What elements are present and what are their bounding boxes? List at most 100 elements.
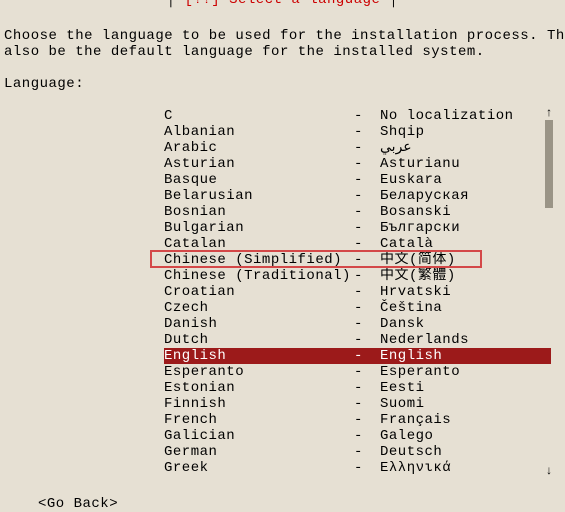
language-option[interactable]: English-English [164,348,551,364]
language-english-label: Croatian [164,284,354,300]
separator: - [354,316,380,332]
language-option[interactable]: Croatian-Hrvatski [164,284,551,300]
instructions-text: Choose the language to be used for the i… [4,28,561,60]
language-english-label: Chinese (Simplified) [164,252,354,268]
language-option[interactable]: Bosnian-Bosanski [164,204,551,220]
separator: - [354,300,380,316]
language-english-label: Esperanto [164,364,354,380]
language-option[interactable]: Belarusian-Беларуская [164,188,551,204]
language-option[interactable]: Galician-Galego [164,428,551,444]
language-option[interactable]: Albanian-Shqip [164,124,551,140]
separator: - [354,380,380,396]
language-english-label: Estonian [164,380,354,396]
language-native-label: 中文(繁體) [380,268,551,284]
separator: - [354,220,380,236]
language-english-label: Arabic [164,140,354,156]
separator: - [354,444,380,460]
language-option[interactable]: Czech-Čeština [164,300,551,316]
language-native-label: No localization [380,108,551,124]
separator: - [354,156,380,172]
language-native-label: Čeština [380,300,551,316]
language-english-label: Finnish [164,396,354,412]
language-english-label: Dutch [164,332,354,348]
language-option[interactable]: Asturian-Asturianu [164,156,551,172]
separator: - [354,252,380,268]
separator: - [354,332,380,348]
separator: - [354,140,380,156]
language-native-label: Suomi [380,396,551,412]
separator: - [354,460,380,476]
language-option[interactable]: Esperanto-Esperanto [164,364,551,380]
separator: - [354,348,380,364]
language-native-label: Galego [380,428,551,444]
separator: - [354,412,380,428]
separator: - [354,172,380,188]
separator: - [354,428,380,444]
scroll-up-icon: ↑ [545,106,553,120]
language-native-label: Deutsch [380,444,551,460]
language-native-label: Català [380,236,551,252]
language-english-label: French [164,412,354,428]
language-native-label: عربي [380,140,551,156]
separator: - [354,236,380,252]
language-option[interactable]: German-Deutsch [164,444,551,460]
language-native-label: Français [380,412,551,428]
separator: - [354,204,380,220]
language-native-label: Asturianu [380,156,551,172]
separator: - [354,188,380,204]
language-label: Language: [4,76,561,92]
language-native-label: Nederlands [380,332,551,348]
language-native-label: Euskara [380,172,551,188]
language-native-label: Български [380,220,551,236]
language-list[interactable]: ↑ C-No localizationAlbanian-ShqipArabic-… [164,108,551,476]
language-english-label: Catalan [164,236,354,252]
language-native-label: Esperanto [380,364,551,380]
language-option[interactable]: Arabic-عربي [164,140,551,156]
language-native-label: Беларуская [380,188,551,204]
language-option[interactable]: Finnish-Suomi [164,396,551,412]
language-native-label: English [380,348,551,364]
language-english-label: German [164,444,354,460]
separator: - [354,284,380,300]
language-option[interactable]: Dutch-Nederlands [164,332,551,348]
language-native-label: Shqip [380,124,551,140]
language-option[interactable]: C-No localization [164,108,551,124]
language-english-label: Danish [164,316,354,332]
language-english-label: Basque [164,172,354,188]
language-english-label: English [164,348,354,364]
language-english-label: Albanian [164,124,354,140]
language-option[interactable]: Chinese (Simplified)-中文(简体) [164,252,551,268]
title-bar: │ [!!] Select a language │ [4,0,561,8]
language-english-label: Bulgarian [164,220,354,236]
language-english-label: Czech [164,300,354,316]
language-english-label: C [164,108,354,124]
language-option[interactable]: Basque-Euskara [164,172,551,188]
language-option[interactable]: French-Français [164,412,551,428]
separator: - [354,108,380,124]
separator: - [354,268,380,284]
language-option[interactable]: Bulgarian-Български [164,220,551,236]
go-back-button[interactable]: <Go Back> [38,496,561,512]
separator: - [354,364,380,380]
language-option[interactable]: Chinese (Traditional)-中文(繁體) [164,268,551,284]
scroll-down-icon: ↓ [545,464,553,478]
language-option[interactable]: Greek-Ελληνικά [164,460,551,476]
language-native-label: 中文(简体) [380,252,551,268]
scrollbar[interactable] [545,120,553,208]
language-english-label: Galician [164,428,354,444]
language-native-label: Bosanski [380,204,551,220]
language-english-label: Greek [164,460,354,476]
language-english-label: Asturian [164,156,354,172]
language-native-label: Ελληνικά [380,460,551,476]
language-english-label: Bosnian [164,204,354,220]
language-english-label: Chinese (Traditional) [164,268,354,284]
language-native-label: Eesti [380,380,551,396]
language-native-label: Dansk [380,316,551,332]
language-option[interactable]: Danish-Dansk [164,316,551,332]
language-option[interactable]: Catalan-Català [164,236,551,252]
separator: - [354,124,380,140]
language-native-label: Hrvatski [380,284,551,300]
separator: - [354,396,380,412]
language-option[interactable]: Estonian-Eesti [164,380,551,396]
language-english-label: Belarusian [164,188,354,204]
